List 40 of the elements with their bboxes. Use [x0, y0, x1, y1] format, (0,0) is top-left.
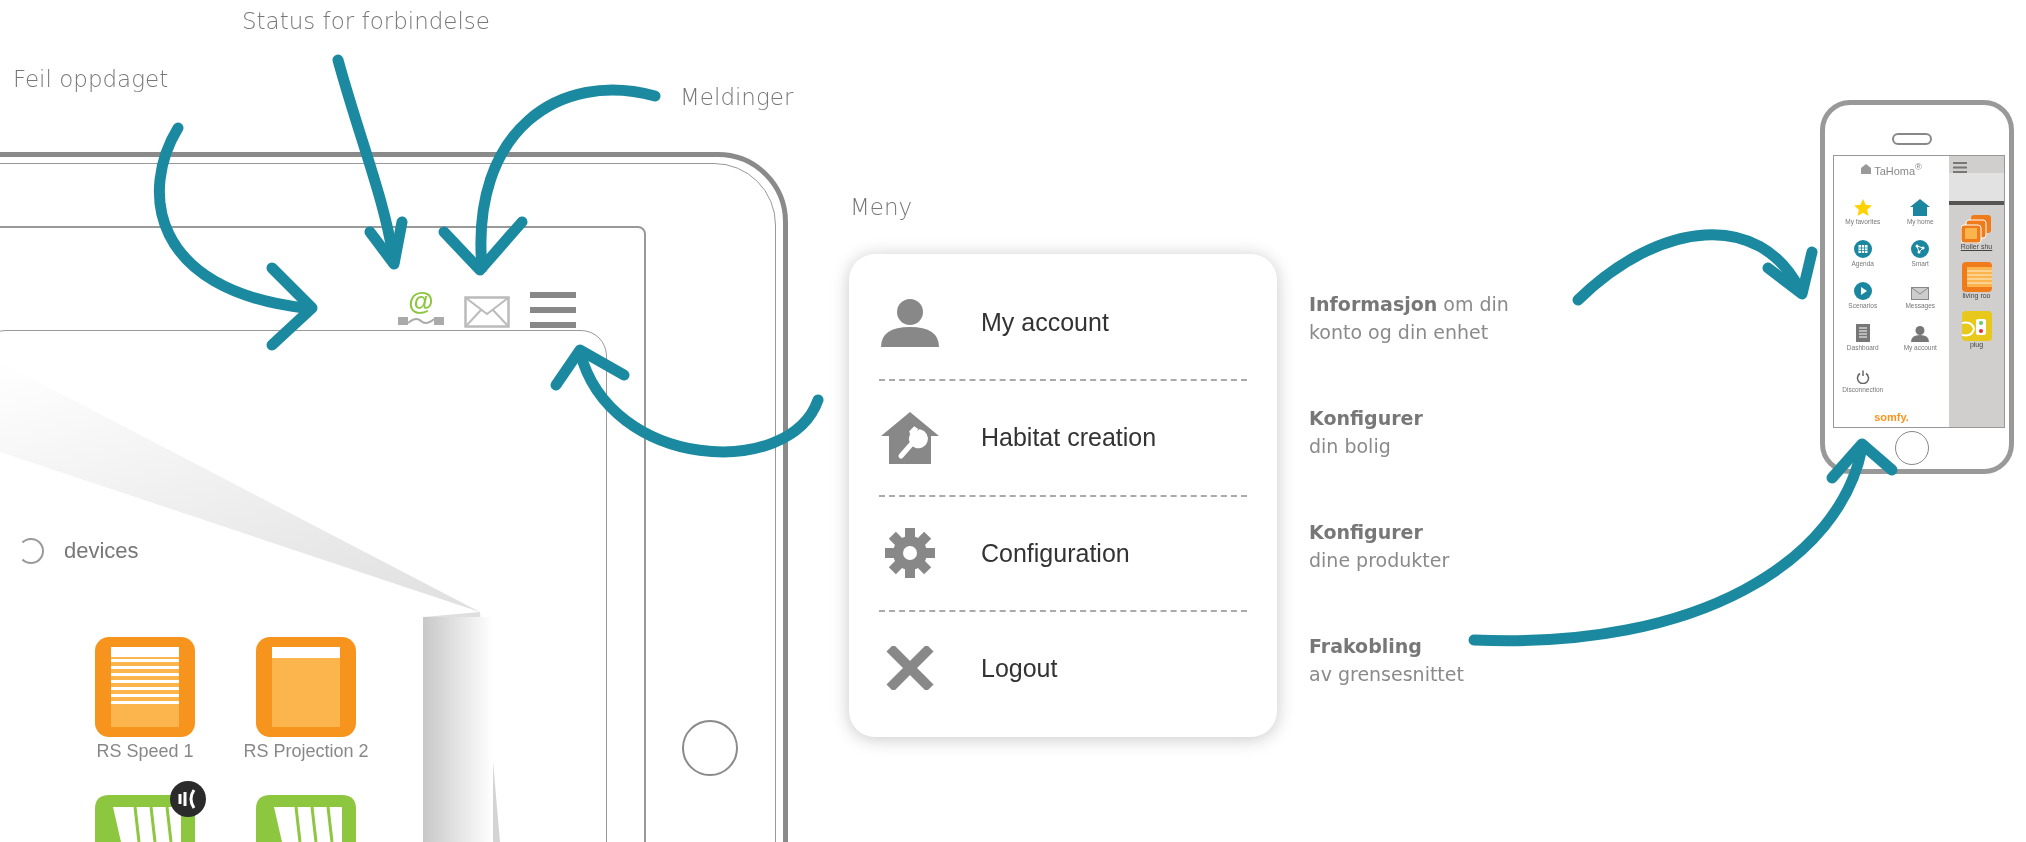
menu-item[interactable]: My account — [879, 266, 1247, 382]
device-name: RS Projection 2 — [243, 741, 369, 762]
device-name: RS Speed 1 — [96, 741, 194, 762]
calendar-icon — [1853, 239, 1872, 258]
envelope-icon[interactable] — [464, 296, 510, 328]
play-icon — [1853, 281, 1872, 300]
house-icon — [1861, 164, 1872, 175]
callout-label: Meny — [850, 194, 913, 220]
roller-blind-icon[interactable] — [95, 637, 195, 737]
menu-icon[interactable] — [530, 292, 576, 328]
callout-label: Status for forbindelse — [242, 8, 490, 34]
brand-logo: somfy. — [1874, 411, 1909, 423]
photo-placeholder — [1949, 173, 2004, 205]
description-text: Informasjon om din konto og din enhet — [1309, 292, 1509, 345]
house-wrench-icon — [881, 411, 939, 464]
description-text: Frakobling av grensesnittet — [1309, 634, 1465, 687]
callout-label: Meldinger — [680, 84, 794, 110]
document-icon — [1855, 323, 1870, 342]
callout-label: Feil oppdaget — [13, 66, 169, 92]
roller-shutter-icon[interactable] — [1961, 215, 1992, 243]
menu-item[interactable]: Habitat creation — [879, 381, 1247, 497]
envelope-icon — [1911, 286, 1930, 300]
menu-icon[interactable] — [1953, 162, 1967, 173]
description-text: Konfigurer din bolig — [1309, 406, 1424, 459]
person-icon — [881, 298, 939, 347]
power-icon — [1855, 369, 1870, 384]
network-icon — [1911, 239, 1930, 258]
description-text: Konfigurer dine produkter — [1309, 520, 1451, 573]
section-label: devices — [64, 538, 139, 564]
menu-item[interactable]: Configuration — [879, 496, 1247, 612]
home-button[interactable] — [682, 720, 738, 776]
blind-icon[interactable] — [1961, 262, 1992, 292]
projection-screen-icon[interactable] — [256, 637, 356, 737]
app-title: TaHoma$^{®}$ — [1874, 162, 1922, 177]
plug-icon[interactable] — [1961, 311, 1992, 341]
menu-item[interactable]: Logout — [879, 611, 1247, 725]
phone-speaker — [1892, 133, 1932, 145]
star-icon — [1853, 198, 1872, 216]
house-icon — [1910, 198, 1931, 216]
person-icon — [1911, 325, 1930, 342]
